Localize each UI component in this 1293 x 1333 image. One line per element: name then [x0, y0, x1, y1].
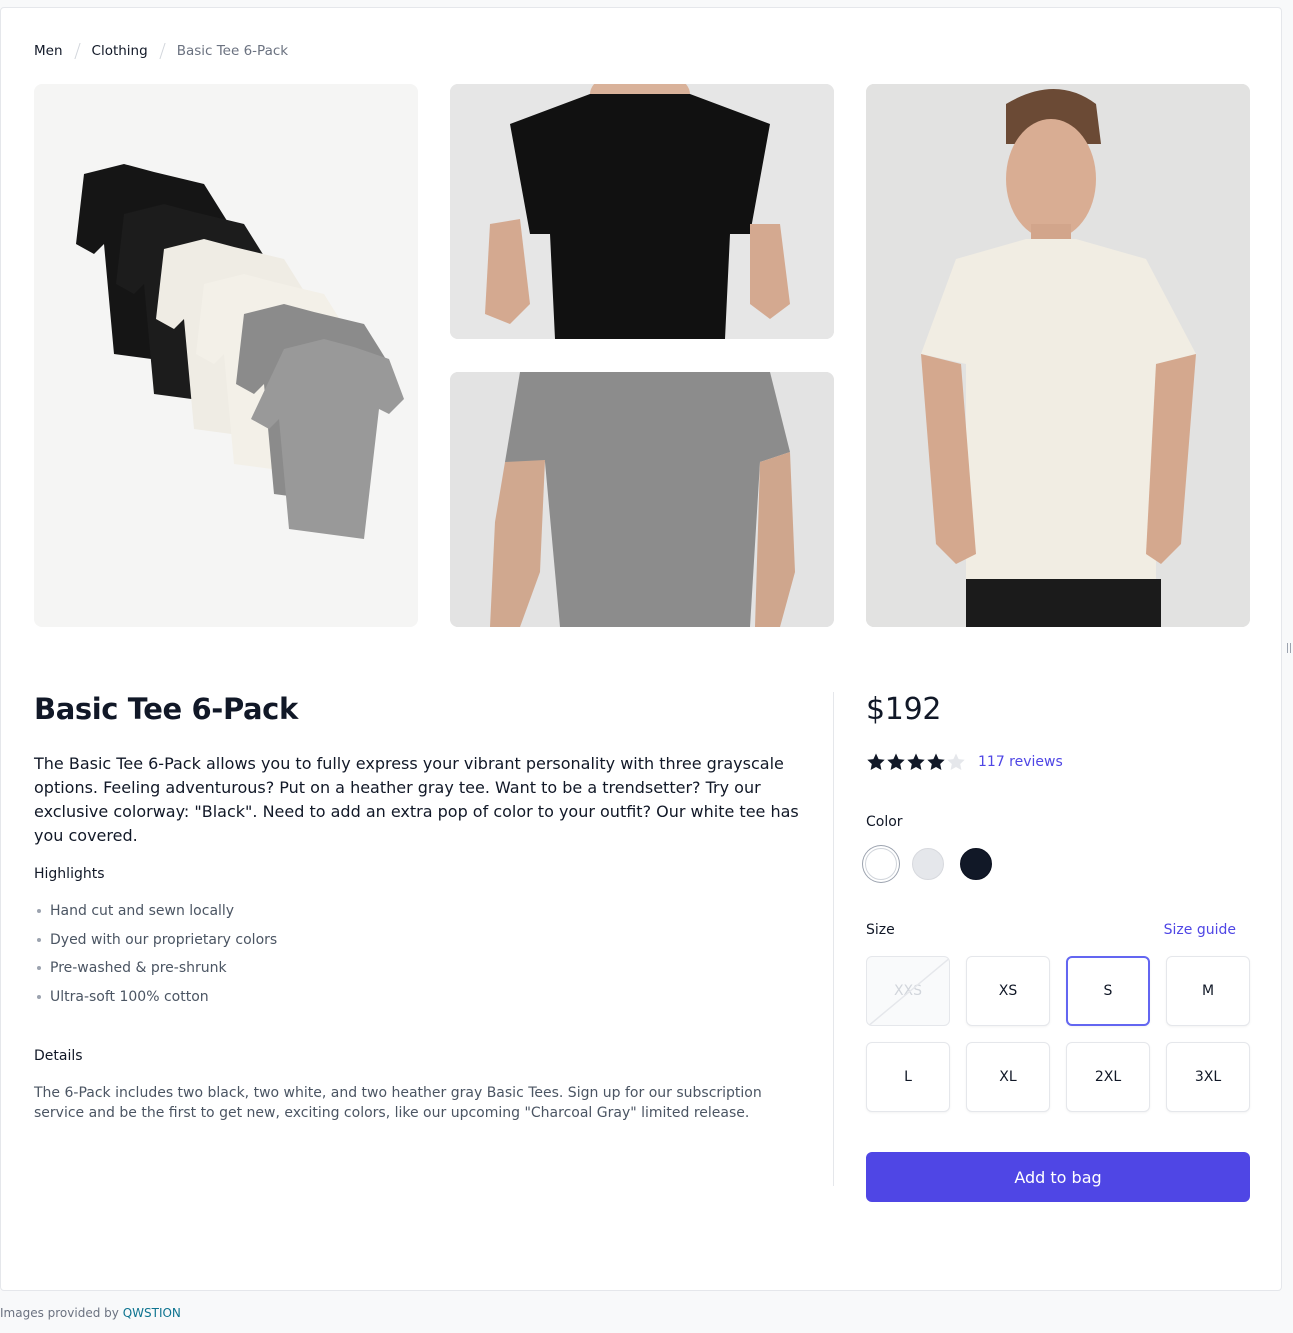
add-to-bag-button[interactable]: Add to bag [866, 1152, 1250, 1202]
rating: 117 reviews [866, 752, 1063, 772]
size-option-label: XS [998, 983, 1018, 999]
size-guide-link[interactable]: Size guide [1164, 922, 1236, 938]
product-title: Basic Tee 6-Pack [34, 692, 298, 726]
highlight-item: Hand cut and sewn locally [34, 901, 277, 930]
product-image-model [866, 84, 1250, 627]
footer-link[interactable]: QWSTION [123, 1306, 181, 1320]
size-option-s[interactable]: S [1066, 956, 1150, 1026]
resize-handle-icon[interactable] [1287, 643, 1291, 653]
product-image-black-tee [450, 84, 834, 339]
color-label: Color [866, 814, 903, 830]
size-option-m[interactable]: M [1166, 956, 1250, 1026]
footer-credit: Images provided by QWSTION [0, 1306, 181, 1320]
size-option-xl[interactable]: XL [966, 1042, 1050, 1112]
size-option-label: 2XL [1094, 1069, 1122, 1085]
breadcrumb: Men Clothing Basic Tee 6-Pack [34, 43, 288, 59]
size-option-xxs: XXS [866, 956, 950, 1026]
star-filled-icon [887, 753, 905, 770]
highlights-list: Hand cut and sewn locally Dyed with our … [34, 901, 277, 1015]
highlight-item: Dyed with our proprietary colors [34, 930, 277, 959]
size-option-xs[interactable]: XS [966, 956, 1050, 1026]
product-price: $192 [866, 692, 942, 727]
details-heading: Details [34, 1048, 83, 1064]
product-description: The Basic Tee 6-Pack allows you to fully… [34, 754, 799, 845]
reviews-link[interactable]: 117 reviews [978, 754, 1063, 770]
color-swatch-black[interactable] [960, 848, 992, 880]
star-filled-icon [907, 753, 925, 770]
rating-stars [866, 752, 966, 772]
breadcrumb-separator [73, 43, 81, 59]
star-empty-icon [947, 753, 965, 770]
product-image-stack [34, 84, 418, 627]
breadcrumb-current: Basic Tee 6-Pack [176, 43, 289, 59]
breadcrumb-separator [159, 43, 166, 59]
product-image-gray-tee [450, 372, 834, 627]
details-text: The 6-Pack includes two black, two white… [34, 1085, 762, 1121]
size-option-l[interactable]: L [866, 1042, 950, 1112]
footer-text: Images provided by [0, 1306, 123, 1320]
size-option-label: S [1103, 983, 1113, 999]
size-option-label: XL [999, 1069, 1017, 1085]
size-label: Size [866, 922, 895, 938]
highlight-item: Pre-washed & pre-shrunk [34, 958, 277, 987]
highlight-item: Ultra-soft 100% cotton [34, 987, 277, 1016]
size-option-2xl[interactable]: 2XL [1066, 1042, 1150, 1112]
highlights-heading: Highlights [34, 866, 105, 882]
unavailable-slash-icon [868, 957, 949, 1025]
breadcrumb-clothing[interactable]: Clothing [92, 43, 148, 59]
column-divider [833, 692, 834, 1186]
star-filled-icon [867, 753, 885, 770]
star-filled-icon [927, 753, 945, 770]
product-page-frame: Men Clothing Basic Tee 6-Pack Basic Tee … [0, 7, 1282, 1291]
color-swatch-gray[interactable] [912, 848, 944, 880]
size-option-label: L [904, 1069, 912, 1085]
size-option-3xl[interactable]: 3XL [1166, 1042, 1250, 1112]
color-swatch-white[interactable] [865, 848, 897, 880]
size-option-label: M [1201, 983, 1215, 999]
breadcrumb-men[interactable]: Men [34, 43, 63, 59]
size-option-label: 3XL [1194, 1069, 1222, 1085]
